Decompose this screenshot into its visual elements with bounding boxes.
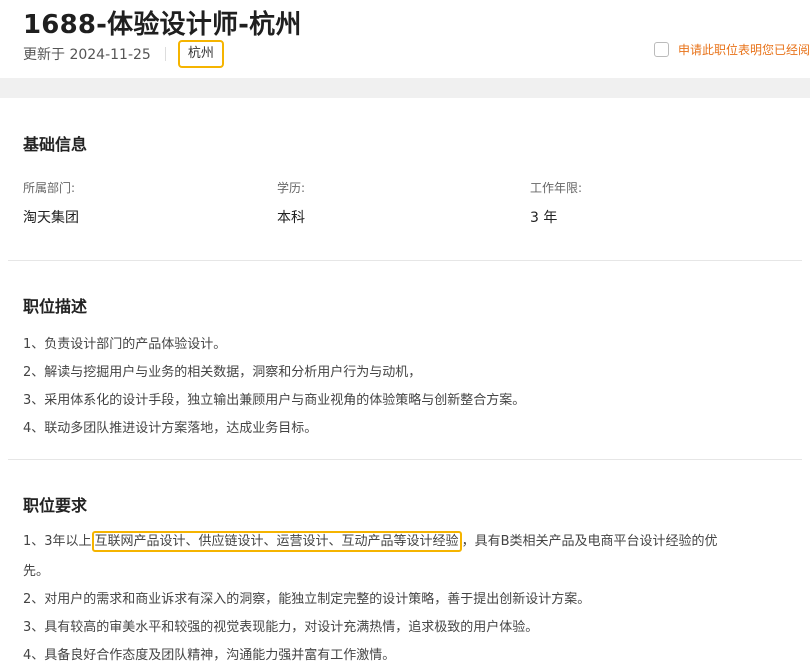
meta-divider (164, 47, 166, 61)
divider-2 (8, 459, 802, 460)
description-item: 2、解读与挖掘用户与业务的相关数据，洞察和分析用户行为与动机， (23, 365, 422, 380)
requirement-1-suffix: ，具有B类相关产品及电商平台设计经验的优 (461, 534, 718, 549)
description-item: 4、联动多团队推进设计方案落地，达成业务目标。 (23, 421, 318, 436)
divider-1 (8, 260, 802, 261)
education-label: 学历: (277, 181, 306, 195)
description-heading: 职位描述 (23, 297, 88, 316)
job-title: 1688-体验设计师-杭州 (23, 10, 302, 40)
requirement-1-prefix: 1、3年以上 (23, 534, 92, 549)
requirement-item-1: 1、3年以上 互联网产品设计、供应链设计、运营设计、互动产品等设计经验 ，具有B类相… (23, 530, 718, 552)
dept-value: 淘天集团 (23, 210, 79, 226)
description-item: 3、采用体系化的设计手段，独立输出兼顾用户与商业视角的体验策略与创新整合方案。 (23, 393, 526, 408)
description-item: 1、负责设计部门的产品体验设计。 (23, 337, 227, 352)
basic-info-heading: 基础信息 (23, 135, 88, 154)
requirement-item: 4、具备良好合作态度及团队精神，沟通能力强并富有工作激情。 (23, 648, 396, 663)
requirement-1-wrap: 先。 (23, 564, 50, 579)
apply-consent[interactable]: 申请此职位表明您已经阅 (653, 41, 810, 58)
experience-value: 3 年 (530, 210, 558, 226)
requirement-item: 3、具有较高的审美水平和较强的视觉表现能力，对设计充满热情，追求极致的用户体验。 (23, 620, 539, 635)
updated-date: 更新于 2024-11-25 (23, 47, 151, 63)
dept-label: 所属部门: (23, 181, 76, 195)
experience-label: 工作年限: (530, 181, 583, 195)
consent-checkbox[interactable] (653, 42, 669, 57)
job-meta: 更新于 2024-11-25 杭州 (23, 40, 224, 68)
apply-notice-text: 申请此职位表明您已经阅 (677, 43, 810, 57)
requirement-item: 2、对用户的需求和商业诉求有深入的洞察，能独立制定完整的设计策略，善于提出创新设… (23, 592, 591, 607)
highlighted-experience: 互联网产品设计、供应链设计、运营设计、互动产品等设计经验 (91, 531, 462, 552)
education-value: 本科 (277, 210, 305, 226)
city-tag[interactable]: 杭州 (177, 40, 224, 68)
section-gap (0, 78, 810, 98)
requirements-heading: 职位要求 (23, 496, 88, 515)
